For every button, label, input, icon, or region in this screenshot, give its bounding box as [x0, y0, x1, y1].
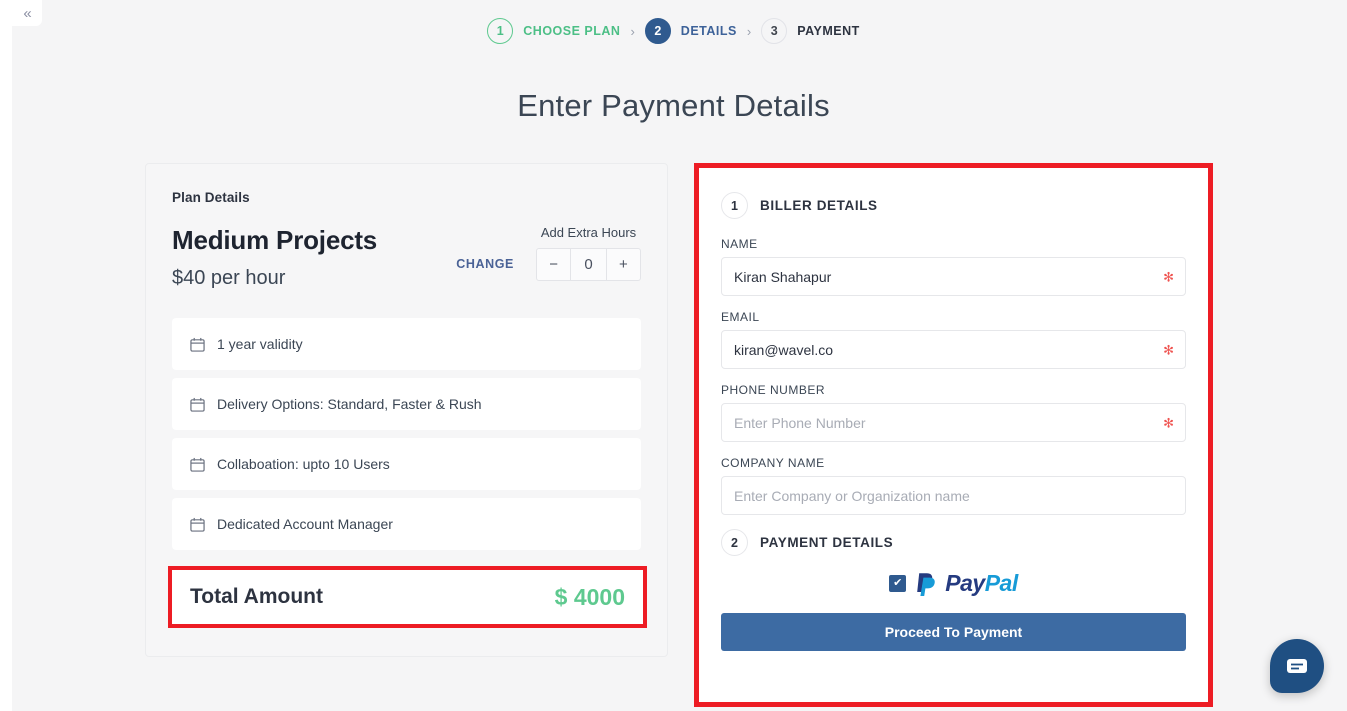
calendar-icon	[190, 397, 205, 412]
section-number-1: 1	[721, 192, 748, 219]
add-extra-hours-group: Add Extra Hours − 0 +	[536, 225, 641, 281]
name-field-label: NAME	[721, 237, 758, 251]
required-asterisk-icon: ✻	[1163, 342, 1174, 357]
company-field-group: COMPANY NAME Enter Company or Organizati…	[721, 456, 1186, 515]
list-item-label: Collaboation: upto 10 Users	[217, 456, 390, 472]
step-payment[interactable]: 3 PAYMENT	[761, 18, 860, 44]
list-item-label: 1 year validity	[217, 336, 303, 352]
step-label-details: DETAILS	[680, 24, 737, 38]
calendar-icon	[190, 517, 205, 532]
chat-message-icon	[1287, 659, 1307, 673]
payment-details-page: « 1 CHOOSE PLAN › 2 DETAILS › 3 PAYMENT …	[0, 0, 1347, 711]
paypal-pal-text: Pal	[984, 570, 1019, 596]
step-label-payment: PAYMENT	[797, 24, 860, 38]
extra-hours-value[interactable]: 0	[570, 249, 607, 280]
change-plan-link[interactable]: CHANGE	[456, 257, 514, 271]
calendar-icon	[190, 457, 205, 472]
calendar-icon	[190, 337, 205, 352]
plan-price: $40 per hour	[172, 267, 286, 289]
paypal-option[interactable]: ✔ PayPal	[721, 570, 1186, 597]
biller-details-title: BILLER DETAILS	[760, 198, 878, 213]
total-amount-label: Total Amount	[190, 585, 323, 608]
name-field-group: NAME Kiran Shahapur ✻	[721, 237, 1186, 296]
sidebar-collapse-button[interactable]: «	[12, 0, 42, 26]
step-badge-1: 1	[487, 18, 514, 44]
check-icon: ✔	[893, 577, 903, 589]
step-details[interactable]: 2 DETAILS	[644, 18, 737, 44]
paypal-pay-text: Pay	[945, 570, 985, 596]
email-field-label: EMAIL	[721, 310, 760, 324]
step-label-choose-plan: CHOOSE PLAN	[523, 24, 621, 38]
step-separator-2: ›	[746, 23, 752, 39]
phone-field-label: PHONE NUMBER	[721, 383, 826, 397]
plan-feature-list: 1 year validity Delivery Options: Standa…	[172, 318, 641, 550]
plan-header-row: Medium Projects $40 per hour CHANGE Add …	[172, 225, 641, 290]
phone-input-placeholder: Enter Phone Number	[734, 414, 866, 431]
page-title: Enter Payment Details	[517, 88, 830, 123]
list-item: Delivery Options: Standard, Faster & Rus…	[172, 378, 641, 430]
checkout-stepper: 1 CHOOSE PLAN › 2 DETAILS › 3 PAYMENT	[0, 18, 1347, 44]
payment-details-title: PAYMENT DETAILS	[760, 535, 894, 550]
add-extra-hours-label: Add Extra Hours	[540, 225, 637, 240]
paypal-monogram-icon	[917, 572, 936, 596]
decrement-hours-button[interactable]: −	[537, 249, 570, 280]
step-badge-2: 2	[644, 18, 671, 44]
required-asterisk-icon: ✻	[1163, 415, 1174, 430]
increment-hours-button[interactable]: +	[607, 249, 640, 280]
total-amount-box: Total Amount $ 4000	[168, 566, 647, 628]
company-input-placeholder: Enter Company or Organization name	[734, 487, 970, 504]
plan-details-heading: Plan Details	[172, 190, 250, 205]
list-item-label: Dedicated Account Manager	[217, 516, 393, 532]
name-input[interactable]: Kiran Shahapur ✻	[721, 257, 1186, 296]
step-badge-3: 3	[761, 18, 788, 44]
email-input[interactable]: kiran@wavel.co ✻	[721, 330, 1186, 369]
extra-hours-stepper: − 0 +	[536, 248, 641, 281]
proceed-to-payment-button[interactable]: Proceed To Payment	[721, 613, 1186, 651]
chat-widget-button[interactable]	[1270, 639, 1324, 693]
phone-input[interactable]: Enter Phone Number ✻	[721, 403, 1186, 442]
required-asterisk-icon: ✻	[1163, 269, 1174, 284]
list-item: 1 year validity	[172, 318, 641, 370]
name-input-value: Kiran Shahapur	[734, 268, 832, 285]
company-input[interactable]: Enter Company or Organization name	[721, 476, 1186, 515]
paypal-logo: PayPal	[915, 570, 1019, 597]
list-item: Dedicated Account Manager	[172, 498, 641, 550]
payment-details-header: 2 PAYMENT DETAILS	[721, 529, 1186, 556]
company-field-label: COMPANY NAME	[721, 456, 825, 470]
biller-details-card: 1 BILLER DETAILS NAME Kiran Shahapur ✻ E…	[694, 163, 1213, 707]
step-choose-plan[interactable]: 1 CHOOSE PLAN	[487, 18, 620, 44]
email-field-group: EMAIL kiran@wavel.co ✻	[721, 310, 1186, 369]
email-input-value: kiran@wavel.co	[734, 341, 834, 358]
paypal-checkbox[interactable]: ✔	[889, 575, 907, 592]
total-amount-value: $ 4000	[554, 583, 625, 610]
section-number-2: 2	[721, 529, 748, 556]
list-item-label: Delivery Options: Standard, Faster & Rus…	[217, 396, 482, 412]
double-chevron-left-icon: «	[23, 4, 31, 22]
list-item: Collaboation: upto 10 Users	[172, 438, 641, 490]
phone-field-group: PHONE NUMBER Enter Phone Number ✻	[721, 383, 1186, 442]
biller-details-header: 1 BILLER DETAILS	[721, 192, 1186, 219]
step-separator-1: ›	[630, 23, 635, 39]
plan-name: Medium Projects	[172, 225, 378, 255]
